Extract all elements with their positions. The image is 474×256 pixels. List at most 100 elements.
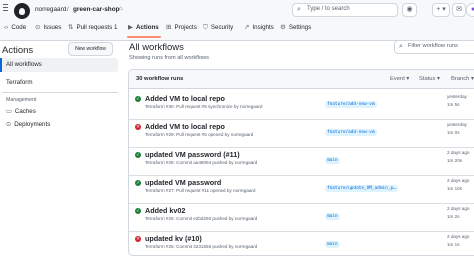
table-icon: ⊞ bbox=[166, 24, 172, 31]
run-duration: 1m 0s bbox=[447, 130, 460, 135]
tab-pull-requests-label: Pull requests 1 bbox=[76, 24, 118, 31]
global-header: norregaard / green-car-shop ⌂ ⌕ Type / t… bbox=[0, 0, 474, 41]
command-palette-icon[interactable]: ◉ bbox=[402, 3, 417, 17]
run-title[interactable]: updated VM password (#11) bbox=[145, 150, 240, 159]
global-search-input[interactable]: ⌕ Type / to search bbox=[292, 3, 398, 17]
success-check-icon: ✓ bbox=[135, 96, 141, 102]
run-title[interactable]: Added VM to local repo bbox=[145, 122, 225, 131]
notifications-icon[interactable]: ✉ bbox=[452, 3, 466, 17]
tab-insights-label: Insights bbox=[252, 24, 274, 31]
run-date: yesterday bbox=[447, 122, 467, 127]
failure-x-icon: ✕ bbox=[135, 124, 141, 130]
create-new-button[interactable]: + ▾ bbox=[432, 3, 450, 17]
shield-icon: ⛉ bbox=[203, 24, 208, 31]
branch-label[interactable]: main bbox=[325, 157, 340, 164]
tab-issues[interactable]: ⊙ Issues bbox=[35, 22, 61, 34]
filter-runs-input[interactable]: ⌕ Filter workflow runs bbox=[394, 40, 474, 54]
active-tab-indicator bbox=[127, 36, 161, 38]
run-row[interactable]: ✓ Added kv02 Terraform #26: Commit e2bd2… bbox=[129, 204, 474, 232]
tab-settings-label: Settings bbox=[288, 24, 312, 31]
tab-issues-label: Issues bbox=[43, 24, 62, 31]
failure-x-icon: ✕ bbox=[135, 236, 141, 242]
sidebar-selected-indicator bbox=[0, 58, 2, 72]
run-duration: 1m 10s bbox=[447, 186, 463, 191]
sidebar-title: Actions bbox=[2, 45, 34, 56]
run-title[interactable]: updated VM password bbox=[145, 178, 221, 187]
sidebar-item-caches-label: Caches bbox=[14, 108, 36, 115]
search-placeholder: Type / to search bbox=[307, 6, 350, 12]
run-meta: Terraform #27: Pull request #11 opened b… bbox=[145, 188, 256, 193]
tab-settings[interactable]: ⚙ Settings bbox=[280, 22, 311, 34]
run-duration: 1m 20s bbox=[447, 158, 463, 163]
menu-icon[interactable] bbox=[3, 4, 8, 14]
run-date: 2 days ago bbox=[447, 150, 470, 155]
event-filter-dropdown[interactable]: Event ▾ bbox=[390, 76, 409, 82]
run-date: 2 days ago bbox=[447, 178, 470, 183]
run-row[interactable]: ✓ updated VM password (#11) Terraform #2… bbox=[129, 148, 474, 176]
tab-actions[interactable]: ▶ Actions bbox=[128, 22, 159, 34]
lock-icon: ⌂ bbox=[119, 6, 123, 12]
sidebar-divider bbox=[2, 92, 118, 93]
run-title[interactable]: Added VM to local repo bbox=[145, 94, 225, 103]
code-icon: ‹› bbox=[4, 24, 9, 31]
tab-security-label: Security bbox=[210, 24, 234, 31]
branch-filter-dropdown[interactable]: Branch ▾ bbox=[451, 76, 474, 82]
tab-insights[interactable]: ↗ Insights bbox=[244, 22, 274, 34]
run-meta: Terraform #26: Commit e2bd260 pushed by … bbox=[145, 216, 258, 221]
run-count: 30 workflow runs bbox=[136, 76, 184, 82]
run-row[interactable]: ✕ Added VM to local repo Terraform #29: … bbox=[129, 120, 474, 148]
pull-request-icon: ⇅ bbox=[68, 24, 74, 31]
success-check-icon: ✓ bbox=[135, 180, 141, 186]
new-workflow-button[interactable]: New workflow bbox=[68, 42, 113, 56]
issues-icon: ⊙ bbox=[35, 24, 41, 31]
search-icon: ⌕ bbox=[297, 6, 301, 13]
gear-icon: ⚙ bbox=[280, 24, 286, 31]
run-duration: 1m 1s bbox=[447, 242, 460, 247]
sidebar-item-deployments[interactable]: ⊙ Deployments bbox=[6, 121, 50, 128]
tab-code-label: Code bbox=[11, 24, 27, 31]
status-filter-dropdown[interactable]: Status ▾ bbox=[419, 76, 440, 82]
page-subtitle: Showing runs from all workflows bbox=[129, 55, 209, 61]
tab-actions-label: Actions bbox=[136, 24, 159, 31]
tab-projects[interactable]: ⊞ Projects bbox=[166, 22, 197, 34]
success-check-icon: ✓ bbox=[135, 152, 141, 158]
run-row[interactable]: ✓ updated VM password Terraform #27: Pul… bbox=[129, 176, 474, 204]
run-meta: Terraform #25: Commit 4231556 pushed by … bbox=[145, 244, 258, 249]
tab-security[interactable]: ⛉ Security bbox=[203, 22, 233, 34]
branch-label[interactable]: main bbox=[325, 241, 340, 248]
run-title[interactable]: updated kv (#10) bbox=[145, 234, 202, 243]
tab-pull-requests[interactable]: ⇅ Pull requests 1 bbox=[68, 22, 117, 34]
run-duration: 1m 5s bbox=[447, 102, 460, 107]
run-duration: 1m 2s bbox=[447, 214, 460, 219]
tab-projects-label: Projects bbox=[174, 24, 197, 31]
tab-code[interactable]: ‹› Code bbox=[4, 22, 26, 34]
github-logo-icon[interactable] bbox=[14, 3, 30, 19]
sidebar-item-caches[interactable]: ▭ Caches bbox=[6, 108, 36, 115]
avatar[interactable]: ● bbox=[466, 3, 474, 17]
runs-table-header: 30 workflow runs Event ▾ Status ▾ Branch… bbox=[129, 70, 474, 89]
run-title[interactable]: Added kv02 bbox=[145, 206, 185, 215]
branch-label[interactable]: main bbox=[325, 213, 340, 220]
run-meta: Terraform #30: Pull request #5 synchroni… bbox=[145, 104, 263, 109]
sidebar-item-deployments-label: Deployments bbox=[14, 121, 51, 128]
sidebar-item-terraform[interactable]: Terraform bbox=[6, 79, 32, 86]
run-row[interactable]: ✓ Added VM to local repo Terraform #30: … bbox=[129, 92, 474, 120]
branch-label[interactable]: feature/add-new-vm bbox=[325, 101, 377, 108]
run-date: yesterday bbox=[447, 94, 467, 99]
play-icon: ▶ bbox=[128, 24, 133, 31]
run-date: 2 days ago bbox=[447, 206, 470, 211]
page-title: All workflows bbox=[129, 42, 184, 53]
branch-label[interactable]: feature/update_VM_admin_p… bbox=[325, 185, 398, 192]
breadcrumb-owner[interactable]: norregaard bbox=[35, 6, 66, 13]
run-row[interactable]: ✕ updated kv (#10) Terraform #25: Commit… bbox=[129, 232, 474, 255]
branch-label[interactable]: feature/add-new-vm bbox=[325, 129, 377, 136]
rocket-icon: ⊙ bbox=[6, 121, 12, 128]
breadcrumb-separator: / bbox=[67, 6, 69, 13]
breadcrumb-repo[interactable]: green-car-shop bbox=[73, 6, 120, 13]
run-meta: Terraform #29: Pull request #5 opened by… bbox=[145, 132, 254, 137]
success-check-icon: ✓ bbox=[135, 208, 141, 214]
run-date: 2 days ago bbox=[447, 234, 470, 239]
runs-table: 30 workflow runs Event ▾ Status ▾ Branch… bbox=[128, 69, 474, 256]
sidebar-item-all-workflows[interactable]: All workflows bbox=[6, 61, 42, 68]
run-meta: Terraform #28: Commit aa48094 pushed by … bbox=[145, 160, 258, 165]
